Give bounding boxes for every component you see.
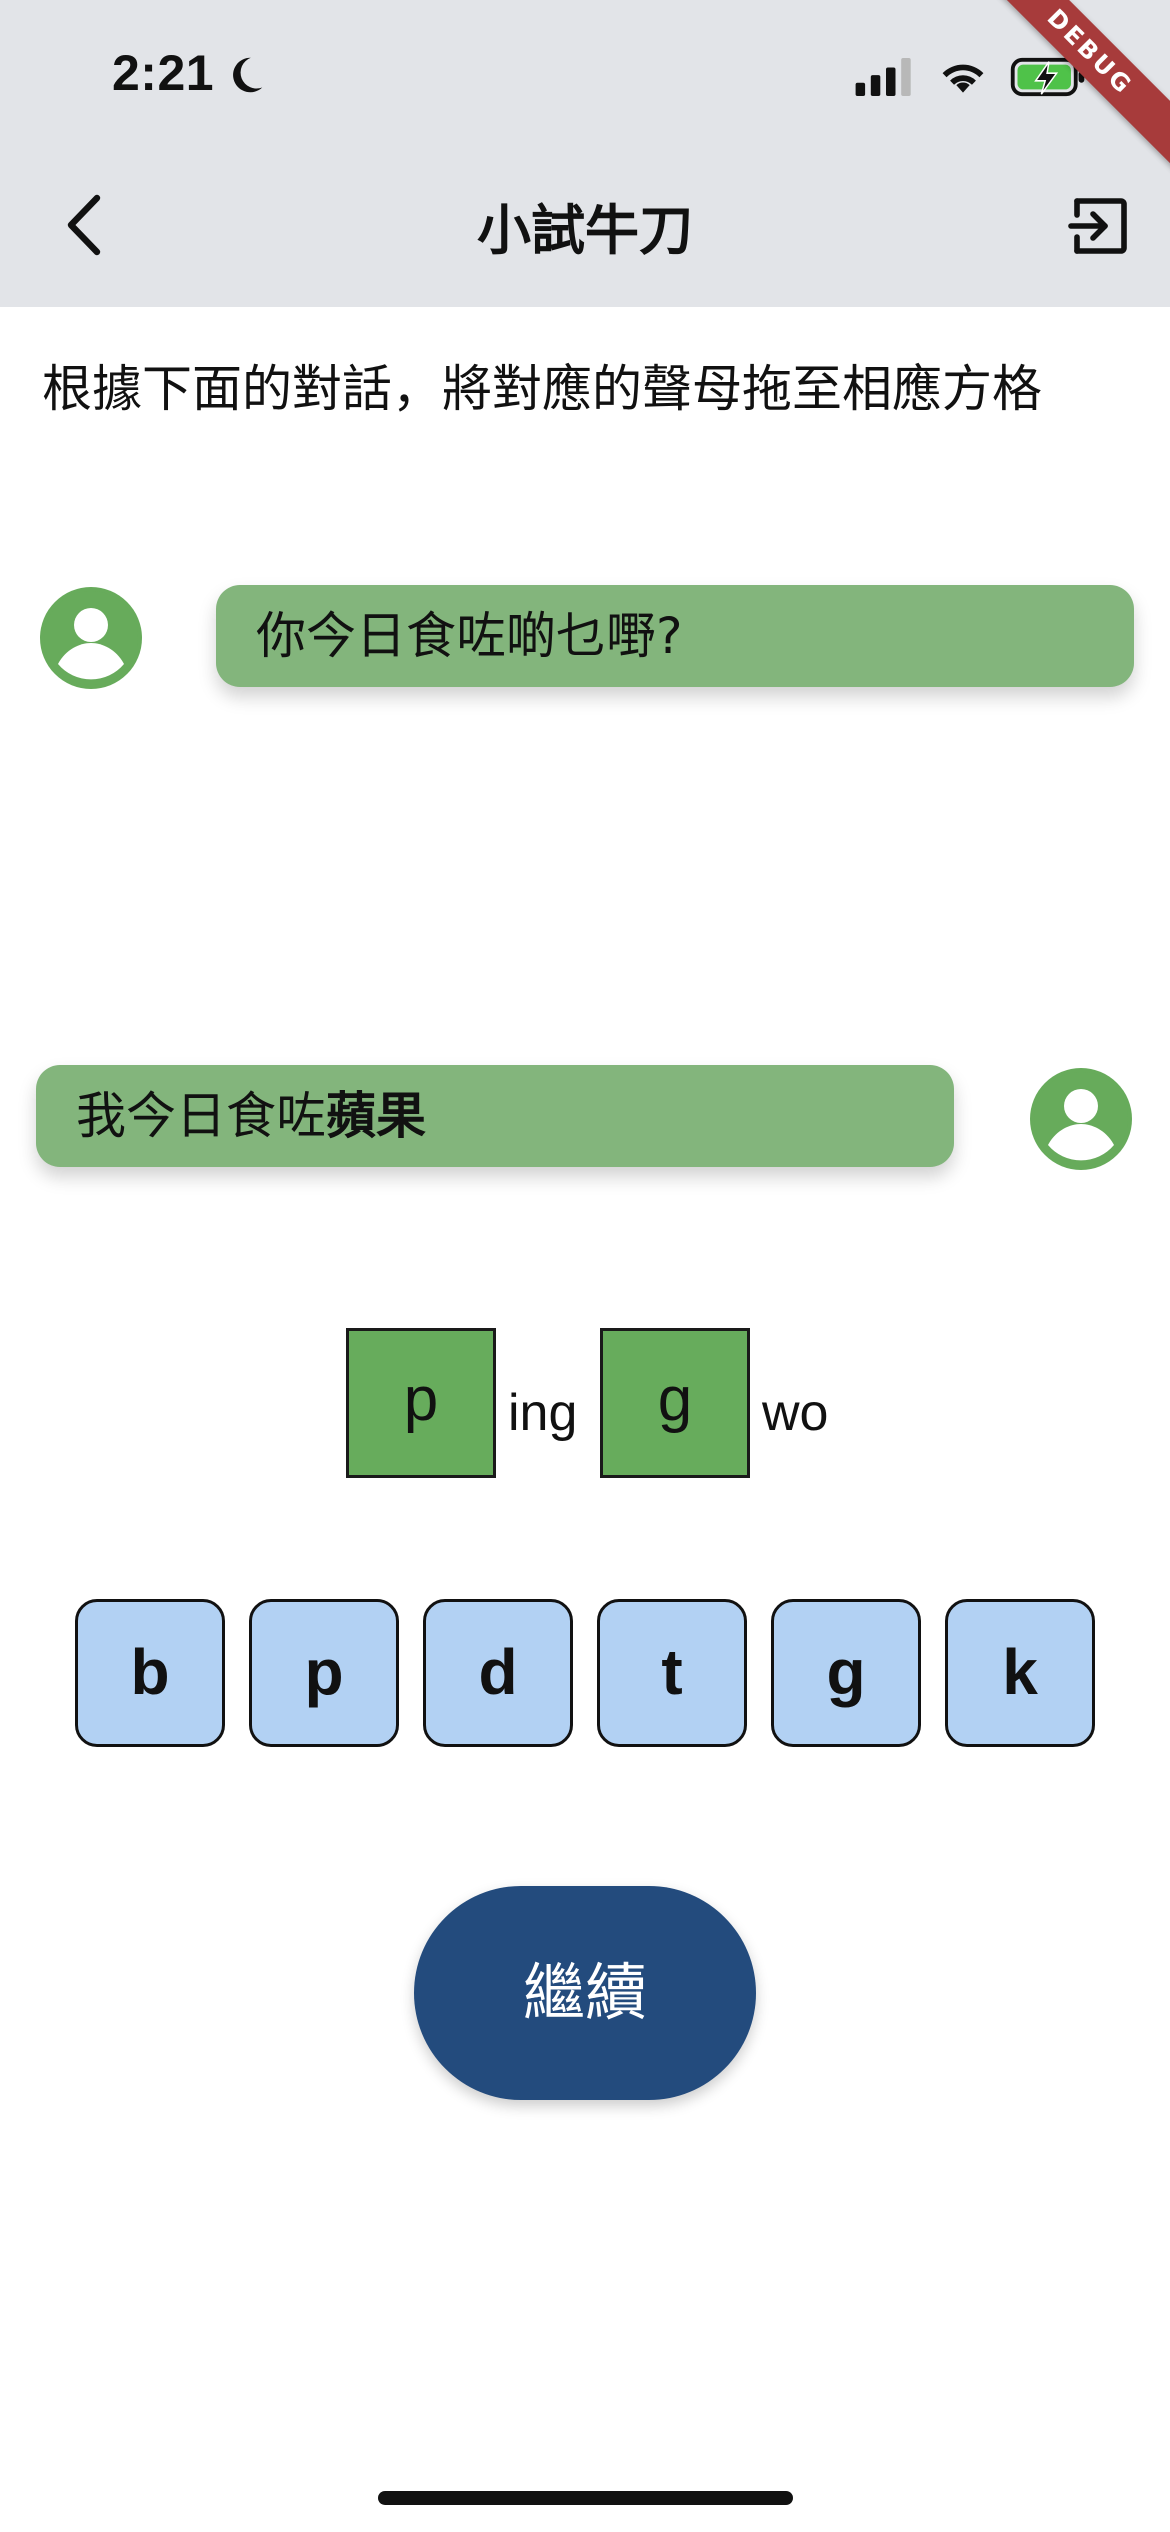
answer-bubble: 我今日食咗蘋果 xyxy=(36,1065,954,1167)
answer-slot-1[interactable]: p xyxy=(346,1328,496,1478)
choice-tile-t[interactable]: t xyxy=(597,1599,747,1747)
page-title: 小試牛刀 xyxy=(477,201,693,261)
moon-icon xyxy=(233,57,263,93)
choice-tile-k[interactable]: k xyxy=(945,1599,1095,1747)
choice-tile-p[interactable]: p xyxy=(249,1599,399,1747)
cellular-signal-icon xyxy=(855,58,911,96)
question-text: 你今日食咗啲乜嘢? xyxy=(256,607,683,665)
choice-tile-d[interactable]: d xyxy=(423,1599,573,1747)
question-bubble: 你今日食咗啲乜嘢? xyxy=(216,585,1134,687)
answer-slot-2[interactable]: g xyxy=(600,1328,750,1478)
choice-tile-b[interactable]: b xyxy=(75,1599,225,1747)
answer-text: 我今日食咗 xyxy=(76,1087,326,1145)
app-bar: 2:21 DEBUG 小試牛刀 xyxy=(0,0,1170,307)
wifi-icon xyxy=(942,64,984,93)
answer-suffix-2: wo xyxy=(762,1384,829,1442)
answer-keyword: 蘋果 xyxy=(326,1087,426,1145)
answer-suffix-1: ing xyxy=(508,1384,578,1442)
status-time: 2:21 xyxy=(112,45,215,101)
person-avatar-icon xyxy=(40,587,142,689)
instruction-text: 根據下面的對話，將對應的聲母拖至相應方格 xyxy=(42,360,1042,418)
continue-button[interactable]: 繼續 xyxy=(414,1886,756,2100)
choice-tile-g[interactable]: g xyxy=(771,1599,921,1747)
person-avatar-icon xyxy=(1030,1068,1132,1170)
exit-icon[interactable] xyxy=(1065,193,1131,259)
home-indicator[interactable] xyxy=(378,2491,793,2505)
